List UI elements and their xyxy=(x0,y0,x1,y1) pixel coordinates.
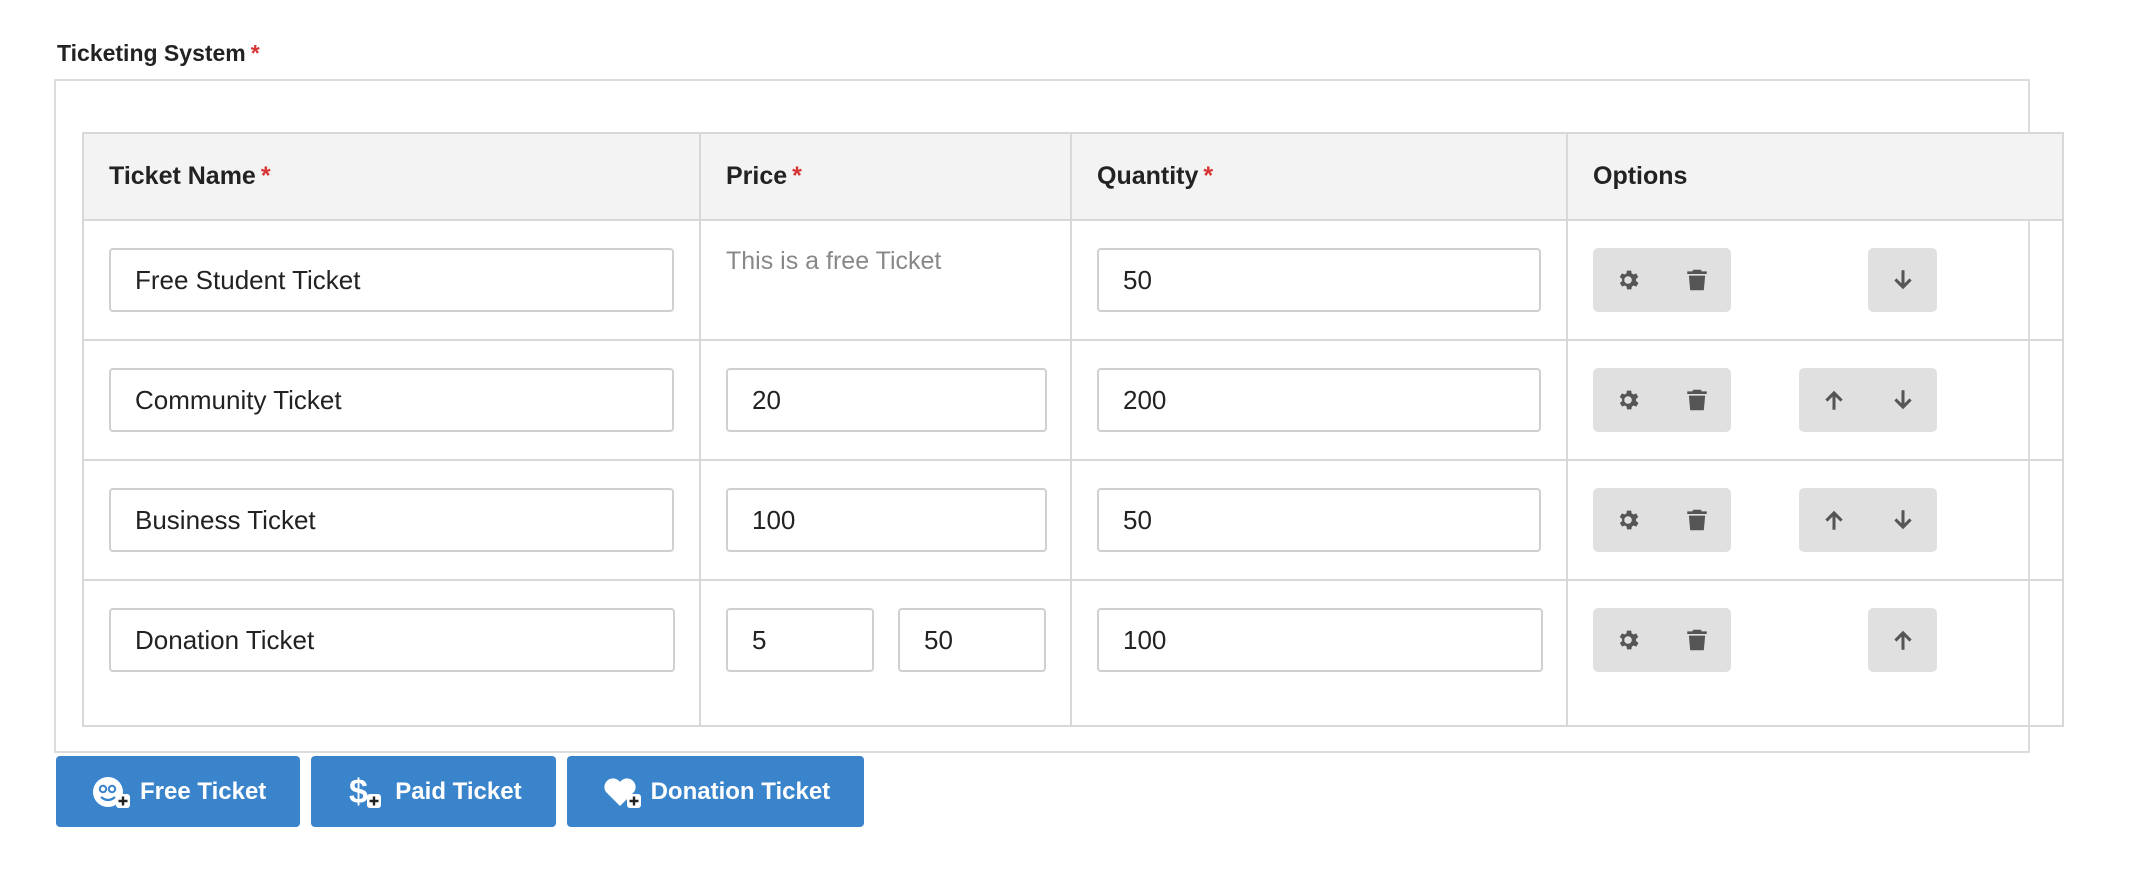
quantity-input[interactable] xyxy=(1097,608,1543,672)
add-paid-ticket-label: Paid Ticket xyxy=(395,777,522,805)
trash-icon xyxy=(1684,267,1710,293)
price-input[interactable] xyxy=(726,368,1047,432)
options-cell xyxy=(1566,339,2064,461)
price-cell xyxy=(699,459,1072,581)
gear-icon xyxy=(1615,627,1641,653)
options-cell xyxy=(1566,459,2064,581)
ticket-name-input[interactable] xyxy=(109,608,675,672)
quantity-cell xyxy=(1070,459,1568,581)
ticket-name-input[interactable] xyxy=(109,368,674,432)
header-options: Options xyxy=(1566,132,2064,221)
ticket-name-input[interactable] xyxy=(109,248,674,312)
settings-button[interactable] xyxy=(1593,248,1662,312)
ticket-name-cell xyxy=(82,579,701,727)
add-ticket-bar: Free Ticket $ Paid Ticket Donation Ticke… xyxy=(56,756,865,827)
settings-button[interactable] xyxy=(1593,368,1662,432)
quantity-input[interactable] xyxy=(1097,368,1541,432)
arrow-down-icon xyxy=(1890,267,1916,293)
edit-delete-group xyxy=(1593,608,1731,672)
trash-icon xyxy=(1684,387,1710,413)
move-group xyxy=(1868,608,1937,672)
free-ticket-note: This is a free Ticket xyxy=(726,247,942,275)
move-up-button[interactable] xyxy=(1868,608,1937,672)
gear-icon xyxy=(1615,507,1641,533)
price-cell xyxy=(699,339,1072,461)
svg-text:$: $ xyxy=(349,773,368,811)
delete-button[interactable] xyxy=(1662,248,1731,312)
ticket-name-input[interactable] xyxy=(109,488,674,552)
quantity-input[interactable] xyxy=(1097,488,1541,552)
required-marker: * xyxy=(250,40,260,66)
table-header-row: Ticket Name * Price * Quantity * Options xyxy=(82,132,2064,221)
table-row xyxy=(82,579,2064,727)
arrow-down-icon xyxy=(1890,387,1916,413)
section-title: Ticketing System * xyxy=(57,40,260,67)
quantity-cell xyxy=(1070,219,1568,341)
settings-button[interactable] xyxy=(1593,608,1662,672)
add-donation-ticket-label: Donation Ticket xyxy=(650,777,831,805)
delete-button[interactable] xyxy=(1662,488,1731,552)
ticket-name-cell xyxy=(82,459,701,581)
smiley-plus-icon xyxy=(90,772,134,812)
header-price: Price * xyxy=(699,132,1072,221)
move-up-button[interactable] xyxy=(1799,488,1868,552)
table-row xyxy=(82,459,2064,581)
table-row xyxy=(82,339,2064,461)
add-paid-ticket-button[interactable]: $ Paid Ticket xyxy=(311,756,556,827)
price-input[interactable] xyxy=(726,488,1047,552)
arrow-up-icon xyxy=(1821,387,1847,413)
arrow-up-icon xyxy=(1890,627,1916,653)
options-cell xyxy=(1566,219,2064,341)
add-free-ticket-button[interactable]: Free Ticket xyxy=(56,756,301,827)
max-price-input[interactable] xyxy=(898,608,1046,672)
quantity-cell xyxy=(1070,579,1568,727)
gear-icon xyxy=(1615,387,1641,413)
header-ticket-name: Ticket Name * xyxy=(82,132,701,221)
delete-button[interactable] xyxy=(1662,608,1731,672)
heart-plus-icon xyxy=(601,772,645,812)
trash-icon xyxy=(1684,507,1710,533)
quantity-input[interactable] xyxy=(1097,248,1541,312)
arrow-down-icon xyxy=(1890,507,1916,533)
move-down-button[interactable] xyxy=(1868,248,1937,312)
edit-delete-group xyxy=(1593,488,1731,552)
add-free-ticket-label: Free Ticket xyxy=(140,777,267,805)
settings-button[interactable] xyxy=(1593,488,1662,552)
move-group xyxy=(1799,368,1937,432)
add-donation-ticket-button[interactable]: Donation Ticket xyxy=(566,756,865,827)
move-group xyxy=(1799,488,1937,552)
dollar-plus-icon: $ xyxy=(345,772,389,812)
arrow-up-icon xyxy=(1821,507,1847,533)
move-down-button[interactable] xyxy=(1868,368,1937,432)
options-cell xyxy=(1566,579,2064,727)
trash-icon xyxy=(1684,627,1710,653)
move-up-button[interactable] xyxy=(1799,368,1868,432)
quantity-cell xyxy=(1070,339,1568,461)
header-quantity: Quantity * xyxy=(1070,132,1568,221)
edit-delete-group xyxy=(1593,248,1731,312)
delete-button[interactable] xyxy=(1662,368,1731,432)
table-row: This is a free Ticket xyxy=(82,219,2064,341)
move-group xyxy=(1868,248,1937,312)
tickets-table: Ticket Name* Price* Quantity* Options Th… xyxy=(82,132,2064,727)
gear-icon xyxy=(1615,267,1641,293)
ticket-name-cell xyxy=(82,339,701,461)
min-price-input[interactable] xyxy=(726,608,874,672)
price-cell: This is a free Ticket xyxy=(699,219,1072,341)
ticket-name-cell xyxy=(82,219,701,341)
section-title-text: Ticketing System xyxy=(57,40,246,66)
move-down-button[interactable] xyxy=(1868,488,1937,552)
edit-delete-group xyxy=(1593,368,1731,432)
price-cell xyxy=(699,579,1072,727)
